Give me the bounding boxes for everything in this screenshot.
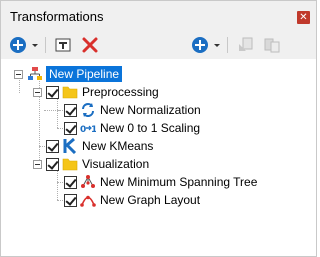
folder-icon	[62, 156, 78, 172]
svg-text:1: 1	[91, 125, 96, 135]
tree-node-root[interactable]: New Pipeline	[14, 65, 123, 83]
checkbox[interactable]	[64, 103, 77, 117]
tree-node-label: New KMeans	[82, 139, 154, 153]
paste-button[interactable]	[263, 36, 281, 54]
add-item-dropdown-button[interactable]	[213, 36, 221, 54]
add-dropdown-button[interactable]	[31, 36, 39, 54]
close-icon[interactable]: ✕	[297, 11, 310, 24]
delete-x-icon	[82, 37, 98, 53]
svg-text:0: 0	[80, 125, 86, 135]
toolbar-divider	[45, 37, 46, 53]
toolbar	[1, 31, 316, 59]
scaling-icon: 0 1	[80, 120, 96, 136]
pipeline-icon	[27, 66, 43, 82]
collapse-toggle[interactable]	[33, 87, 42, 97]
pipeline-tree: New Pipeline Preprocessing New Normaliza…	[1, 59, 316, 256]
plus-circle-icon	[10, 37, 26, 53]
chevron-down-icon	[32, 44, 38, 47]
rename-icon	[55, 38, 71, 52]
tree-node-kmeans[interactable]: New KMeans	[46, 137, 153, 155]
spanning-tree-icon	[80, 174, 96, 190]
tree-node-preprocessing[interactable]: Preprocessing	[33, 83, 159, 101]
copy-button[interactable]	[237, 36, 255, 54]
folder-icon	[62, 84, 78, 100]
tree-connector	[57, 170, 58, 200]
chevron-down-icon	[214, 44, 220, 47]
rename-button[interactable]	[54, 36, 72, 54]
panel-titlebar: Transformations ✕	[1, 1, 316, 31]
tree-node-label: Preprocessing	[82, 85, 159, 99]
tree-node-graph-layout[interactable]: New Graph Layout	[64, 191, 200, 209]
toolbar-divider	[227, 37, 228, 53]
panel-title: Transformations	[10, 9, 104, 24]
graph-layout-icon	[80, 192, 96, 208]
add-button[interactable]	[9, 36, 27, 54]
tree-node-normalization[interactable]: New Normalization	[64, 101, 201, 119]
collapse-toggle[interactable]	[14, 69, 23, 79]
tree-node-spanning-tree[interactable]: New Minimum Spanning Tree	[64, 173, 257, 191]
normalization-icon	[80, 102, 96, 118]
checkbox[interactable]	[64, 193, 77, 207]
checkbox[interactable]	[46, 139, 59, 153]
tree-node-label: New 0 to 1 Scaling	[100, 121, 201, 135]
delete-button[interactable]	[81, 36, 99, 54]
add-item-button[interactable]	[191, 36, 209, 54]
checkbox[interactable]	[64, 175, 77, 189]
tree-node-label: New Graph Layout	[100, 193, 201, 207]
transformations-panel: Transformations ✕ New Pipeline Preproces…	[0, 0, 317, 257]
kmeans-icon	[62, 138, 78, 154]
checkbox[interactable]	[64, 121, 77, 135]
tree-node-scaling[interactable]: 0 1 New 0 to 1 Scaling	[64, 119, 200, 137]
checkbox[interactable]	[46, 157, 59, 171]
tree-node-label: New Normalization	[100, 103, 201, 117]
paste-icon	[264, 38, 280, 53]
tree-node-visualization[interactable]: Visualization	[33, 155, 149, 173]
tree-node-label: New Minimum Spanning Tree	[100, 175, 258, 189]
plus-circle-icon	[192, 37, 208, 53]
tree-node-label: New Pipeline	[46, 66, 123, 82]
tree-node-label: Visualization	[82, 157, 150, 171]
copy-icon	[239, 37, 253, 51]
checkbox[interactable]	[46, 85, 59, 99]
collapse-toggle[interactable]	[33, 159, 42, 169]
